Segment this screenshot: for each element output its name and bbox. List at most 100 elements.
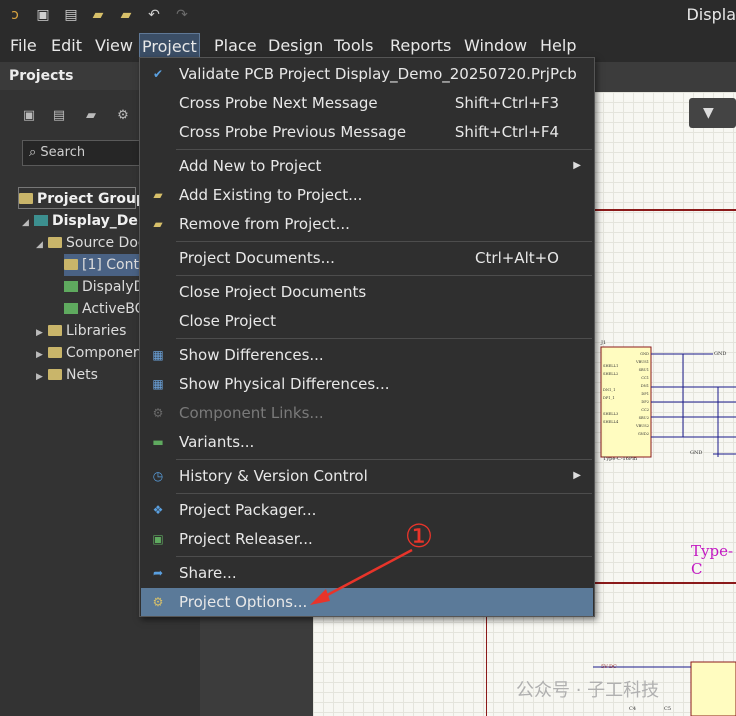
pin-label: VBUS2 <box>635 424 649 428</box>
filter-button[interactable]: ▼ <box>689 98 736 128</box>
pin-label: SBU2 <box>638 416 649 420</box>
collapse-icon[interactable]: ◢ <box>36 234 48 256</box>
tree-libraries[interactable]: ▶ Libraries <box>36 320 140 342</box>
menu-help[interactable]: Help <box>538 33 578 59</box>
menu-item-shortcut: Ctrl+Alt+O <box>475 249 559 267</box>
menu-item-label: Show Differences... <box>179 346 324 364</box>
project-group-icon <box>19 193 33 204</box>
menu-window-label: Window <box>464 36 528 55</box>
menu-separator <box>176 149 592 150</box>
gnd-net-label: GND <box>714 351 727 357</box>
menu-item-show-differences[interactable]: ▦ Show Differences... <box>141 341 593 369</box>
expand-icon[interactable]: ▶ <box>36 322 48 344</box>
expand-icon[interactable]: ▶ <box>36 366 48 388</box>
tree-document-activebom[interactable]: ActiveBC <box>64 298 144 320</box>
menu-item-cross-probe-next[interactable]: Cross Probe Next Message Shift+Ctrl+F3 <box>141 89 593 117</box>
project-options-icon: ⚙ <box>152 595 164 609</box>
menu-reports[interactable]: Reports <box>388 33 453 59</box>
pin-label: DP1 <box>641 392 649 396</box>
menu-tools[interactable]: Tools <box>332 33 375 59</box>
pin-label: SHELL4 <box>603 420 619 424</box>
tree-project-group[interactable]: Project Group <box>18 187 146 209</box>
j1-right-pins: GND VBUS1 SBU1 CC1 DN1 DP1 DP2 CC2 SBU2 … <box>631 350 649 438</box>
bom-doc-icon <box>64 303 78 314</box>
tree-label: DispalyD <box>82 279 145 295</box>
tree-nets[interactable]: ▶ Nets <box>36 364 140 386</box>
open-project-icon[interactable]: ▰ <box>117 6 135 24</box>
menu-item-shortcut: Shift+Ctrl+F4 <box>454 123 559 141</box>
menu-edit[interactable]: Edit <box>49 33 84 59</box>
menu-item-close-project[interactable]: Close Project <box>141 307 593 335</box>
annotation-arrow <box>310 548 413 605</box>
menu-place-label: Place <box>214 36 257 55</box>
ic-body <box>690 661 736 716</box>
tree-label: Display_Dem <box>52 213 153 229</box>
schematic-doc-icon <box>64 259 78 270</box>
variants-icon: ▬ <box>152 435 164 449</box>
menu-item-add-existing-to-project[interactable]: ▰ Add Existing to Project... <box>141 181 593 209</box>
save-icon[interactable]: ▣ <box>34 6 52 24</box>
menu-item-cross-probe-previous[interactable]: Cross Probe Previous Message Shift+Ctrl+… <box>141 118 593 146</box>
title-bar: ↄ ▣ ▤ ▰ ▰ ↶ ↷ Displa <box>0 0 736 30</box>
j1-designator: J1 <box>601 340 607 346</box>
menu-item-validate-pcb-project[interactable]: ✔ Validate PCB Project Display_Demo_2025… <box>141 60 593 88</box>
menu-item-label: Close Project <box>179 312 276 330</box>
menu-file[interactable]: File <box>8 33 39 59</box>
menu-item-history-version-control[interactable]: ◷ History & Version Control ▶ <box>141 462 593 490</box>
collapse-icon[interactable]: ◢ <box>22 212 34 234</box>
menu-item-shortcut: Shift+Ctrl+F3 <box>454 94 559 112</box>
folder-icon <box>48 237 62 248</box>
tree-components[interactable]: ▶ Componen <box>36 342 142 366</box>
add-existing-icon: ▰ <box>153 188 163 202</box>
share-arrow-icon: ➦ <box>152 566 164 580</box>
save-all-icon[interactable]: ▤ <box>62 6 80 24</box>
project-menu-dropdown: ✔ Validate PCB Project Display_Demo_2025… <box>139 57 595 617</box>
section-heading: Type-C <box>691 542 734 578</box>
menu-item-show-physical-differences[interactable]: ▦ Show Physical Differences... <box>141 370 593 398</box>
project-options-icon[interactable]: ⚙ <box>114 108 132 126</box>
undo-icon[interactable]: ↶ <box>145 6 163 24</box>
menu-separator <box>176 275 592 276</box>
save-icon[interactable]: ▣ <box>20 108 38 126</box>
menu-item-add-new-to-project[interactable]: Add New to Project ▶ <box>141 152 593 180</box>
menu-item-label: Project Options... <box>179 593 308 611</box>
menu-item-label: Validate PCB Project Display_Demo_202507… <box>179 65 577 83</box>
tree-project-display-demo[interactable]: ◢ Display_Dem <box>22 210 152 234</box>
menu-project[interactable]: Project <box>139 33 200 59</box>
tree-document-dispalyd[interactable]: DispalyD <box>64 276 144 298</box>
menu-view[interactable]: View <box>93 33 135 59</box>
save-all-icon[interactable]: ▤ <box>50 108 68 126</box>
search-icon: ⌕ <box>29 145 37 160</box>
menu-window[interactable]: Window <box>462 33 529 59</box>
menu-item-project-documents[interactable]: Project Documents... Ctrl+Alt+O <box>141 244 593 272</box>
menu-bar: File Edit View Project Place Design Tool… <box>0 30 736 60</box>
tree-label: Project Group <box>37 191 146 207</box>
menu-item-label: Share... <box>179 564 237 582</box>
tree-source-documents[interactable]: ◢ Source Doc <box>36 232 146 256</box>
menu-item-label: Cross Probe Previous Message <box>179 123 407 141</box>
packager-icon: ❖ <box>152 503 164 517</box>
menu-design[interactable]: Design <box>266 33 325 59</box>
menu-item-variants[interactable]: ▬ Variants... <box>141 428 593 456</box>
pcb-doc-icon <box>64 281 78 292</box>
submenu-arrow-icon: ▶ <box>573 470 581 481</box>
menu-item-remove-from-project[interactable]: ▰ Remove from Project... <box>141 210 593 238</box>
project-search-input[interactable]: ⌕ Search <box>22 140 152 166</box>
window-title: Displa <box>686 5 736 24</box>
menu-item-project-packager[interactable]: ❖ Project Packager... <box>141 496 593 524</box>
folder-icon <box>48 369 62 380</box>
physical-differences-icon: ▦ <box>152 377 164 391</box>
menu-tools-label: Tools <box>334 36 374 55</box>
close-project-icon[interactable]: ▰ <box>82 108 100 126</box>
redo-icon[interactable]: ↷ <box>173 6 191 24</box>
menu-place[interactable]: Place <box>212 33 259 59</box>
open-folder-icon[interactable]: ▰ <box>89 6 107 24</box>
menu-item-label: Show Physical Differences... <box>179 375 390 393</box>
tree-label: [1] Contr <box>82 257 145 273</box>
menu-separator <box>176 338 592 339</box>
menu-item-label: Close Project Documents <box>179 283 367 301</box>
menu-item-close-project-documents[interactable]: Close Project Documents <box>141 278 593 306</box>
gnd-net-label-2: GND <box>690 450 703 456</box>
tree-document-contr[interactable]: [1] Contr <box>64 254 145 276</box>
expand-icon[interactable]: ▶ <box>36 344 48 366</box>
